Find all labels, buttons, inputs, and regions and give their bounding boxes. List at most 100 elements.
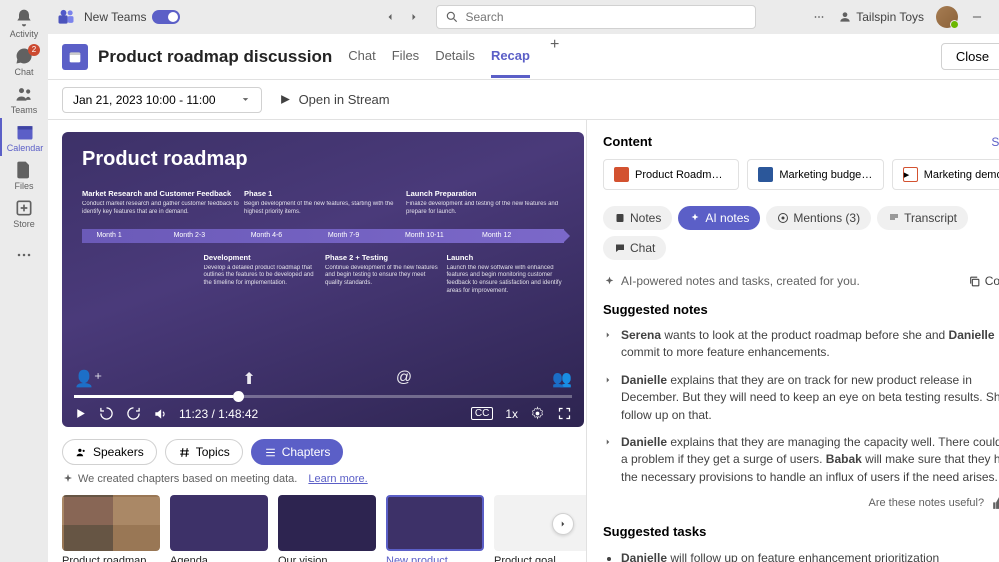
note-item: Serena wants to look at the product road… [603, 327, 999, 362]
user-avatar[interactable] [936, 6, 958, 28]
tab-chat[interactable]: Chat [348, 36, 375, 78]
people-icon [14, 84, 34, 104]
chapters-next[interactable] [552, 513, 574, 535]
chapter-card[interactable]: New product roadmap39:08 [386, 495, 484, 562]
fullscreen-icon[interactable] [557, 406, 572, 421]
sidebar-calendar[interactable]: Calendar [0, 118, 48, 156]
suggested-tasks-heading: Suggested tasks [603, 524, 999, 539]
sidebar-chat[interactable]: 2 Chat [0, 42, 48, 80]
nav-forward[interactable] [404, 7, 424, 27]
pill-notes[interactable]: Notes [603, 206, 672, 230]
meeting-header: Product roadmap discussion Chat Files De… [48, 34, 999, 80]
chevron-right-icon [408, 11, 420, 23]
bell-icon [14, 8, 34, 28]
chapter-card[interactable]: Agenda39:08 [170, 495, 268, 562]
calendar-icon [15, 122, 35, 142]
more-horizontal-icon[interactable] [812, 10, 826, 24]
ai-description: AI-powered notes and tasks, created for … [621, 274, 860, 288]
note-item: Danielle explains that they are on track… [603, 372, 999, 424]
word-icon [758, 167, 773, 182]
pill-transcript[interactable]: Transcript [877, 206, 968, 230]
add-person-icon[interactable]: 👤⁺ [74, 369, 102, 389]
content-heading: Content [603, 134, 652, 149]
app-sidebar: Activity 2 Chat Teams Calendar Files Sto… [0, 0, 48, 562]
new-teams-toggle[interactable] [152, 10, 180, 24]
sidebar-more[interactable] [0, 236, 48, 274]
tab-files[interactable]: Files [392, 36, 419, 78]
sparkle-icon [62, 473, 74, 485]
video-progress[interactable] [74, 395, 572, 398]
tab-add[interactable]: + [546, 36, 563, 78]
skip-forward-icon[interactable] [126, 406, 141, 421]
search-icon [445, 10, 459, 24]
pill-topics[interactable]: Topics [165, 439, 243, 465]
more-icon [14, 245, 34, 265]
task-list: Danielle will follow up on feature enhan… [603, 549, 999, 562]
play-icon[interactable] [74, 407, 87, 420]
chapters-list: Product roadmap review39:08 Agenda39:08 … [62, 495, 572, 562]
sidebar-teams[interactable]: Teams [0, 80, 48, 118]
chevron-right-icon[interactable] [603, 330, 613, 340]
at-icon [777, 212, 789, 224]
learn-more-link[interactable]: Learn more. [308, 473, 367, 485]
file-card[interactable]: Product Roadmap... [603, 159, 739, 190]
upload-icon[interactable]: ⬆ [242, 369, 255, 389]
thumbs-up-icon[interactable] [992, 496, 999, 510]
note-item: Danielle explains that they are managing… [603, 434, 999, 486]
close-button[interactable]: Close [941, 43, 999, 70]
roadmap-bottom-row: DevelopmentDevelop a detailed product ro… [82, 253, 564, 296]
sidebar-files[interactable]: Files [0, 156, 48, 194]
sidebar-store[interactable]: Store [0, 194, 48, 232]
nav-back[interactable] [380, 7, 400, 27]
video-time: 11:23 / 1:48:42 [179, 407, 258, 421]
chapter-info: We created chapters based on meeting dat… [62, 473, 572, 485]
tab-details[interactable]: Details [435, 36, 475, 78]
tab-recap[interactable]: Recap [491, 36, 530, 78]
people-overlay-icon[interactable]: 👥 [552, 369, 572, 389]
sidebar-activity[interactable]: Activity [0, 4, 48, 42]
chevron-right-icon [558, 519, 568, 529]
pill-speakers[interactable]: Speakers [62, 439, 157, 465]
roadmap-timeline: Month 1 Month 2-3 Month 4-6 Month 7-9 Mo… [82, 229, 564, 243]
file-card[interactable]: Marketing budget... [747, 159, 883, 190]
tenant-switcher[interactable]: Tailspin Toys [838, 10, 924, 24]
chat-bubble-icon [614, 242, 626, 254]
files-icon [14, 160, 34, 180]
page-title: Product roadmap discussion [98, 47, 332, 67]
left-panel: Product roadmap Market Research and Cust… [48, 120, 586, 562]
pill-chat[interactable]: Chat [603, 236, 666, 260]
presence-available-icon [950, 20, 959, 29]
search-input[interactable] [465, 10, 747, 24]
chevron-right-icon[interactable] [603, 375, 613, 385]
mention-icon[interactable]: @ [396, 369, 412, 389]
sparkle-icon [603, 275, 616, 288]
open-in-stream[interactable]: Open in Stream [278, 92, 390, 107]
time-range-select[interactable]: Jan 21, 2023 10:00 - 11:00 [62, 87, 262, 113]
chat-badge: 2 [28, 44, 40, 56]
person-icon [838, 10, 852, 24]
skip-back-icon[interactable] [99, 406, 114, 421]
chapter-card[interactable]: Product roadmap review39:08 [62, 495, 160, 562]
speakers-icon [75, 446, 88, 459]
minimize-button[interactable] [970, 10, 984, 24]
file-card[interactable]: ▸Marketing demo... [892, 159, 999, 190]
copy-all-button[interactable]: Copy all [968, 274, 999, 288]
pill-chapters[interactable]: Chapters [251, 439, 344, 465]
speed-button[interactable]: 1x [505, 407, 518, 421]
transcript-icon [888, 212, 900, 224]
chapter-card[interactable]: Our vision39:08 [278, 495, 376, 562]
pill-ai-notes[interactable]: AI notes [678, 206, 760, 230]
cc-button[interactable]: CC [471, 407, 493, 420]
see-all-link[interactable]: See all [991, 135, 999, 149]
stream-icon [278, 92, 293, 107]
content-files: Product Roadmap... Marketing budget... ▸… [603, 159, 999, 190]
volume-icon[interactable] [153, 407, 167, 421]
chevron-right-icon[interactable] [603, 437, 613, 447]
settings-icon[interactable] [530, 406, 545, 421]
search-box[interactable] [436, 5, 756, 29]
pill-mentions[interactable]: Mentions (3) [766, 206, 871, 230]
suggested-notes-heading: Suggested notes [603, 302, 999, 317]
meeting-tabs: Chat Files Details Recap + [348, 36, 563, 78]
video-player[interactable]: Product roadmap Market Research and Cust… [62, 132, 584, 427]
list-icon [264, 446, 277, 459]
